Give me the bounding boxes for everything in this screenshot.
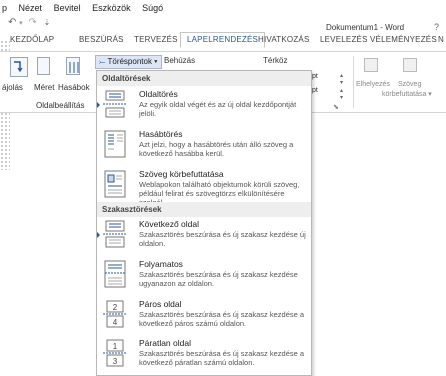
tab-view[interactable]: N <box>438 35 444 44</box>
tab-design[interactable]: TERVEZÉS <box>134 35 178 44</box>
redo-icon[interactable]: ↷ <box>28 17 36 28</box>
page-break-icon <box>103 90 127 118</box>
menu-item-title: Páratlan oldal <box>139 338 191 348</box>
wrap-text-icon[interactable] <box>403 58 417 72</box>
help-icon[interactable]: ? <box>434 22 439 32</box>
orientation-icon[interactable] <box>10 57 28 77</box>
menu-item-help[interactable]: Súgó <box>142 3 163 13</box>
section-header-page-breaks: Oldaltörések <box>97 71 311 86</box>
breaks-button[interactable]: ⤚ Töréspontok ▾ <box>95 55 162 69</box>
continuous-icon <box>104 260 126 288</box>
even-page-number-4: 4 <box>113 318 118 327</box>
odd-page-icon: 1 3 <box>103 339 127 367</box>
position-icon[interactable] <box>364 58 378 72</box>
selection-marker-icon <box>97 102 100 108</box>
indent-label: Behúzás <box>164 56 196 65</box>
paragraph-launcher-icon[interactable]: ⬊ <box>333 103 339 111</box>
menu-item-description: Szakasztörés beszúrása és új szakasz kez… <box>139 310 305 328</box>
tab-mailings[interactable]: LEVELEZÉS <box>320 35 368 44</box>
wrap-text-button-label[interactable]: Szöveg <box>398 81 421 88</box>
next-page-icon <box>103 220 127 248</box>
tab-references[interactable]: HIVATKOZÁS <box>258 35 310 44</box>
wrap-text-button-label-2[interactable]: körbefuttatása ▾ <box>382 90 432 98</box>
odd-page-number-3: 3 <box>113 357 118 366</box>
menu-item-description: Szakasztörés beszúrása és új szakasz kez… <box>139 349 305 367</box>
menu-item-page-break[interactable]: Oldaltörés Az egyik oldal végét és az új… <box>97 88 311 128</box>
columns-icon[interactable] <box>66 57 80 75</box>
window-title: Dokumentum1 - Word <box>326 23 405 32</box>
even-page-icon: 2 4 <box>103 300 127 328</box>
menu-item-title: Oldaltörés <box>139 89 178 99</box>
breaks-icon: ⤚ <box>99 57 106 66</box>
menu-item-title: Szöveg körbefuttatása <box>139 169 224 179</box>
tab-review[interactable]: VÉLEMÉNYEZÉS <box>370 35 437 44</box>
tab-layout[interactable]: LAPELRENDEZÉS <box>180 32 266 48</box>
menu-item-description: Szakasztörés beszúrása és új szakasz kez… <box>139 270 298 288</box>
menu-item-odd-page[interactable]: 1 3 Páratlan oldal Szakasztörés beszúrás… <box>97 337 311 376</box>
selection-marker-icon <box>97 232 100 238</box>
column-break-icon <box>104 130 126 158</box>
menu-item-tools[interactable]: Eszközök <box>92 3 131 13</box>
size-icon[interactable] <box>37 57 50 75</box>
section-header-section-breaks: Szakasztörések <box>97 202 311 217</box>
page-setup-group-label: Oldalbeállítás <box>36 101 85 110</box>
spinner-icon[interactable]: ▴ ▾ <box>340 72 343 86</box>
tab-insert[interactable]: BESZÚRÁS <box>79 35 124 44</box>
spacing-label: Térköz <box>263 56 288 65</box>
menu-item-description: Szakasztörés beszúrása és új szakasz kez… <box>139 230 306 248</box>
columns-button-label[interactable]: Hasábok <box>58 83 90 92</box>
menu-item-continuous[interactable]: Folyamatos Szakasztörés beszúrása és új … <box>97 258 311 298</box>
text-wrapping-icon <box>104 170 126 198</box>
odd-page-number-1: 1 <box>113 342 118 351</box>
menu-item-insert[interactable]: Bevitel <box>54 3 81 13</box>
menu-item-title: Következő oldal <box>139 219 200 229</box>
menu-item-view[interactable]: Nézet <box>19 3 43 13</box>
menu-bar: p Nézet Bevitel Eszközök Súgó <box>2 3 172 13</box>
position-button-label[interactable]: Elhelyezés <box>356 81 390 88</box>
qat-more-icon[interactable]: ⇣ <box>44 18 51 27</box>
quick-access-toolbar: ↶ ▾ ↷ ⇣ <box>8 17 51 28</box>
menu-item-next-page[interactable]: Következő oldal Szakasztörés beszúrása é… <box>97 218 311 258</box>
menu-item-title: Folyamatos <box>139 259 183 269</box>
spinner-icon[interactable]: ▴ ▾ <box>340 87 343 101</box>
spacing-before-unit: pt <box>312 73 318 80</box>
group-divider <box>353 56 354 108</box>
menu-item-title: Hasábtörés <box>139 129 183 139</box>
menu-item-title: Páros oldal <box>139 299 182 309</box>
menu-item-even-page[interactable]: 2 4 Páros oldal Szakasztörés beszúrása é… <box>97 298 311 338</box>
menu-item-p[interactable]: p <box>2 3 7 13</box>
undo-icon[interactable]: ↶ <box>8 17 16 28</box>
even-page-number-2: 2 <box>113 303 118 312</box>
spacing-after-unit: pt <box>312 87 318 94</box>
menu-item-description: Az egyik oldal végét és az új oldal kezd… <box>139 100 297 118</box>
ribbon-tabs: KEZDŐLAP BESZÚRÁS TERVEZÉS LAPELRENDEZÉS… <box>0 32 446 51</box>
breaks-dropdown: Oldaltörések Oldaltörés Az egyik oldal v… <box>96 70 312 376</box>
tab-home[interactable]: KEZDŐLAP <box>10 35 54 44</box>
menu-item-column-break[interactable]: Hasábtörés Azt jelzi, hogy a hasábtörés … <box>97 128 311 168</box>
menu-item-description: Azt jelzi, hogy a hasábtörés után álló s… <box>139 140 294 158</box>
orientation-button-label[interactable]: ájolás <box>2 83 23 92</box>
size-button-label[interactable]: Méret <box>34 83 54 92</box>
